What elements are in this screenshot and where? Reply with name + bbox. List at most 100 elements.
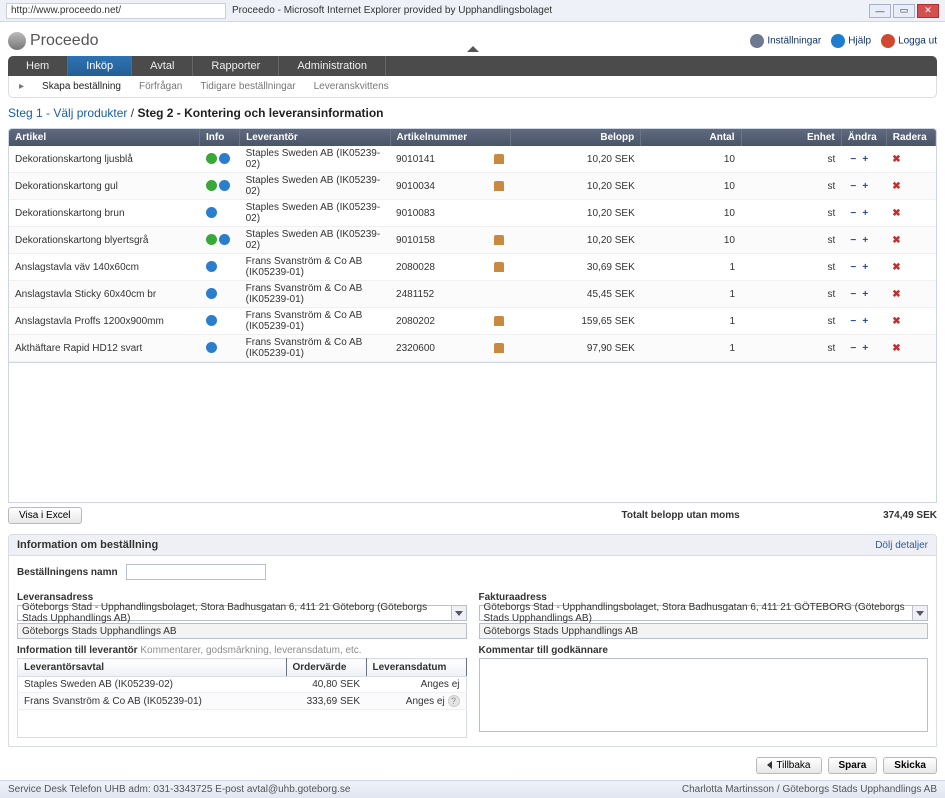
table-row[interactable]: Dekorationskartong blyertsgråStaples Swe… [9, 227, 936, 254]
increase-button[interactable]: + [859, 235, 871, 246]
table-row[interactable]: Dekorationskartong brunStaples Sweden AB… [9, 200, 936, 227]
delete-button[interactable]: ✖ [892, 154, 900, 165]
delivery-address-dropdown[interactable] [451, 605, 467, 621]
subnav-item[interactable]: Tidigare beställningar [200, 81, 295, 92]
invoice-address-dropdown[interactable] [912, 605, 928, 621]
hide-details-link[interactable]: Dölj detaljer [875, 540, 928, 551]
decrease-button[interactable]: − [847, 208, 859, 219]
table-row[interactable]: Anslagstavla Proffs 1200x900mmFrans Svan… [9, 308, 936, 335]
order-name-input[interactable] [126, 564, 266, 580]
info-icon[interactable] [219, 153, 230, 164]
cell-radera: ✖ [886, 254, 935, 281]
subnav-item[interactable]: Skapa beställning [42, 81, 121, 92]
nav-tab-avtal[interactable]: Avtal [132, 56, 193, 76]
table-row[interactable]: Dekorationskartong gulStaples Sweden AB … [9, 173, 936, 200]
info-icon[interactable] [206, 207, 217, 218]
col-belopp[interactable]: Belopp [510, 129, 640, 146]
delete-button[interactable]: ✖ [892, 289, 900, 300]
table-row[interactable]: Anslagstavla väv 140x60cmFrans Svanström… [9, 254, 936, 281]
export-excel-button[interactable]: Visa i Excel [8, 507, 82, 524]
info-icon[interactable] [219, 180, 230, 191]
supp-col-ord[interactable]: Ordervärde [286, 659, 366, 677]
col-info[interactable]: Info [200, 129, 240, 146]
nav-tab-administration[interactable]: Administration [279, 56, 386, 76]
col-artikelnummer[interactable]: Artikelnummer [390, 129, 510, 146]
table-row[interactable]: Akthäftare Rapid HD12 svartFrans Svanstr… [9, 335, 936, 362]
url-bar[interactable]: http://www.proceedo.net/ [6, 3, 226, 19]
decrease-button[interactable]: − [847, 262, 859, 273]
help-link[interactable]: Hjälp [831, 34, 871, 48]
supplier-row[interactable]: Staples Sweden AB (IK05239-02)40,80 SEKA… [18, 677, 467, 693]
delete-button[interactable]: ✖ [892, 262, 900, 273]
info-icon[interactable] [206, 342, 217, 353]
decrease-button[interactable]: − [847, 316, 859, 327]
delete-button[interactable]: ✖ [892, 181, 900, 192]
supplier-row[interactable]: Frans Svanström & Co AB (IK05239-01)333,… [18, 693, 467, 710]
increase-button[interactable]: + [859, 262, 871, 273]
table-row[interactable]: Dekorationskartong ljusblåStaples Sweden… [9, 146, 936, 173]
minimize-button[interactable]: — [869, 4, 891, 18]
delete-button[interactable]: ✖ [892, 316, 900, 327]
delete-button[interactable]: ✖ [892, 235, 900, 246]
delete-button[interactable]: ✖ [892, 208, 900, 219]
info-icon[interactable] [206, 288, 217, 299]
info-icon[interactable] [206, 315, 217, 326]
decrease-button[interactable]: − [847, 235, 859, 246]
cell-artnr: 9010034 [390, 173, 510, 200]
col-artikel[interactable]: Artikel [9, 129, 200, 146]
cell-leverantor: Staples Sweden AB (IK05239-02) [240, 227, 390, 254]
increase-button[interactable]: + [859, 289, 871, 300]
nav-tab-rapporter[interactable]: Rapporter [193, 56, 279, 76]
help-icon[interactable]: ? [448, 695, 460, 707]
cell-andra: −+ [841, 281, 886, 308]
send-button[interactable]: Skicka [883, 757, 937, 774]
logout-link[interactable]: Logga ut [881, 34, 937, 48]
settings-link[interactable]: Inställningar [750, 34, 821, 48]
subnav-item[interactable]: Förfrågan [139, 81, 182, 92]
table-row[interactable]: Anslagstavla Sticky 60x40cm brFrans Svan… [9, 281, 936, 308]
cell-antal: 1 [641, 254, 741, 281]
cell-belopp: 45,45 SEK [510, 281, 640, 308]
decrease-button[interactable]: − [847, 343, 859, 354]
delivery-address-value[interactable]: Göteborgs Stad - Upphandlingsbolaget, St… [17, 605, 451, 621]
collapse-handle-icon[interactable] [466, 44, 480, 52]
window-title: Proceedo - Microsoft Internet Explorer p… [232, 5, 552, 16]
col-radera[interactable]: Radera [886, 129, 935, 146]
invoice-address-value[interactable]: Göteborgs Stad - Upphandlingsbolaget, St… [479, 605, 913, 621]
supp-col-lev[interactable]: Leverantörsavtal [18, 659, 287, 677]
info-icon[interactable] [219, 234, 230, 245]
nav-tab-hem[interactable]: Hem [8, 56, 68, 76]
delete-button[interactable]: ✖ [892, 343, 900, 354]
cell-artnr: 2080028 [390, 254, 510, 281]
col-enhet[interactable]: Enhet [741, 129, 841, 146]
decrease-button[interactable]: − [847, 289, 859, 300]
increase-button[interactable]: + [859, 316, 871, 327]
cell-enhet: st [741, 335, 841, 362]
decrease-button[interactable]: − [847, 181, 859, 192]
increase-button[interactable]: + [859, 343, 871, 354]
help-icon [831, 34, 845, 48]
breadcrumb-step1[interactable]: Steg 1 - Välj produkter [8, 106, 131, 120]
subnav-item[interactable]: Leveranskvittens [314, 81, 389, 92]
bag-icon [494, 154, 504, 164]
close-button[interactable]: ✕ [917, 4, 939, 18]
eco-icon [206, 153, 217, 164]
cell-antal: 10 [641, 173, 741, 200]
col-leverantor[interactable]: Leverantör [240, 129, 390, 146]
save-button[interactable]: Spara [828, 757, 878, 774]
back-button[interactable]: Tillbaka [756, 757, 821, 774]
increase-button[interactable]: + [859, 208, 871, 219]
maximize-button[interactable]: ▭ [893, 4, 915, 18]
cell-artikel: Anslagstavla Proffs 1200x900mm [9, 308, 200, 335]
increase-button[interactable]: + [859, 181, 871, 192]
supp-col-dat[interactable]: Leveransdatum [366, 659, 466, 677]
supp-dat: Anges ej [366, 677, 466, 693]
col-andra[interactable]: Ändra [841, 129, 886, 146]
nav-tab-inköp[interactable]: Inköp [68, 56, 132, 76]
info-icon[interactable] [206, 261, 217, 272]
cell-artnr: 2481152 [390, 281, 510, 308]
increase-button[interactable]: + [859, 154, 871, 165]
col-antal[interactable]: Antal [641, 129, 741, 146]
decrease-button[interactable]: − [847, 154, 859, 165]
approver-comment-input[interactable] [479, 658, 929, 732]
